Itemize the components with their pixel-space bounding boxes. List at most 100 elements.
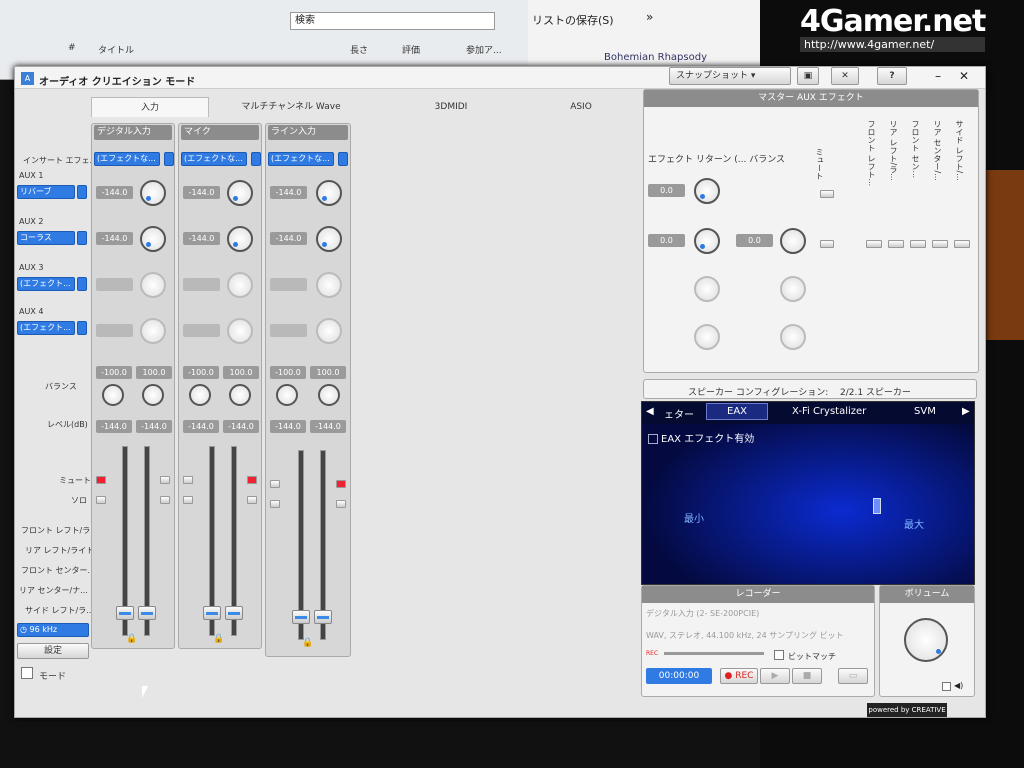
tab-scroll-left-icon[interactable]: ◀: [646, 406, 654, 417]
balance-right-knob[interactable]: [142, 384, 164, 406]
balance-left-value[interactable]: -100.0: [183, 366, 219, 379]
route-frontc-button[interactable]: [910, 240, 926, 248]
insert-dots-button[interactable]: [164, 152, 174, 166]
minimize-icon[interactable]: –: [935, 69, 941, 83]
level-right-value[interactable]: -144.0: [310, 420, 346, 433]
aux1-send-value[interactable]: -144.0: [183, 186, 220, 199]
speaker-config-value[interactable]: 2/2.1 スピーカー: [840, 385, 911, 398]
level-right-value[interactable]: -144.0: [136, 420, 172, 433]
aux1-send-knob[interactable]: [316, 180, 342, 206]
balance-right-knob[interactable]: [229, 384, 251, 406]
aux3-select[interactable]: (エフェクト...: [17, 277, 75, 291]
tab-scroll-right-icon[interactable]: ▶: [962, 406, 970, 417]
col-title[interactable]: タイトル: [98, 43, 134, 56]
route-side-button[interactable]: [954, 240, 970, 248]
delete-icon[interactable]: ✕: [831, 67, 859, 85]
aux4-dots-button[interactable]: [77, 321, 87, 335]
aux2-send-value[interactable]: -144.0: [96, 232, 133, 245]
fader-handle-left[interactable]: [203, 606, 221, 620]
level-left-value[interactable]: -144.0: [270, 420, 306, 433]
tab-3dmidi[interactable]: 3DMIDI: [401, 97, 501, 117]
level-right-value[interactable]: -144.0: [223, 420, 259, 433]
solo-button[interactable]: [270, 500, 280, 508]
aux2-send-knob[interactable]: [140, 226, 166, 252]
search-input[interactable]: 検索: [290, 12, 495, 30]
eax-enable-checkbox[interactable]: EAX エフェクト有効: [648, 430, 754, 445]
settings-button[interactable]: 設定: [17, 643, 89, 659]
aux4-select[interactable]: (エフェクト...: [17, 321, 75, 335]
link-lock-icon[interactable]: 🔒: [126, 634, 137, 644]
route-rearc-button[interactable]: [932, 240, 948, 248]
aux2-send-value[interactable]: -144.0: [270, 232, 307, 245]
tab-asio[interactable]: ASIO: [531, 97, 631, 117]
solo-button[interactable]: [183, 496, 193, 504]
aux2-send-value[interactable]: -144.0: [183, 232, 220, 245]
aux2-send-knob[interactable]: [227, 226, 253, 252]
balance2-knob[interactable]: [780, 228, 806, 254]
route-rear-button[interactable]: [888, 240, 904, 248]
tab-prev[interactable]: ェター: [664, 406, 694, 421]
recorder-level-slider[interactable]: [664, 652, 764, 655]
solo-button-right[interactable]: [247, 496, 257, 504]
link-lock-icon[interactable]: 🔒: [213, 634, 224, 644]
tab-multichannel[interactable]: マルチチャンネル Wave: [221, 97, 361, 117]
sample-rate-button[interactable]: ◷ 96 kHz: [17, 623, 89, 637]
fader-handle-left[interactable]: [116, 606, 134, 620]
aux1-send-knob[interactable]: [227, 180, 253, 206]
insert-effect-select[interactable]: (エフェクトな...: [181, 152, 247, 166]
return2-value[interactable]: 0.0: [648, 234, 685, 247]
recorder-source[interactable]: デジタル入力 (2- SE-200PCIE): [646, 608, 759, 619]
volume-mute-checkbox[interactable]: [942, 682, 951, 691]
aux2-select[interactable]: コーラス: [17, 231, 75, 245]
mute-button[interactable]: [270, 480, 280, 488]
help-button[interactable]: ?: [877, 67, 907, 85]
master-mute-button[interactable]: [820, 190, 834, 198]
save-icon[interactable]: ▣: [797, 67, 819, 85]
fader-handle-right[interactable]: [314, 610, 332, 624]
return1-knob[interactable]: [694, 178, 720, 204]
preset-select[interactable]: スナップショット ▾: [669, 67, 791, 85]
mute-button-right[interactable]: [336, 480, 346, 488]
speaker-config-bar[interactable]: スピーカー コンフィグレーション: 2/2.1 スピーカー: [643, 379, 977, 399]
level-left-value[interactable]: -144.0: [183, 420, 219, 433]
balance-left-value[interactable]: -100.0: [96, 366, 132, 379]
aux1-send-value[interactable]: -144.0: [270, 186, 307, 199]
col-artist[interactable]: 参加ア...: [466, 43, 502, 56]
col-rating[interactable]: 評価: [402, 43, 420, 56]
mode-checkbox[interactable]: [21, 667, 33, 679]
aux1-send-value[interactable]: -144.0: [96, 186, 133, 199]
mute-button[interactable]: [183, 476, 193, 484]
volume-knob[interactable]: [904, 618, 948, 662]
route-front-button[interactable]: [866, 240, 882, 248]
record-button[interactable]: ● REC: [720, 668, 758, 684]
balance-right-value[interactable]: 100.0: [310, 366, 346, 379]
balance-right-value[interactable]: 100.0: [223, 366, 259, 379]
solo-button[interactable]: [96, 496, 106, 504]
balance-left-knob[interactable]: [276, 384, 298, 406]
tab-eax[interactable]: EAX: [706, 403, 769, 420]
stop-icon[interactable]: ■: [792, 668, 822, 684]
balance-right-value[interactable]: 100.0: [136, 366, 172, 379]
insert-effect-select[interactable]: (エフェクトな...: [268, 152, 334, 166]
close-icon[interactable]: ✕: [959, 69, 969, 83]
track-title[interactable]: Bohemian Rhapsody: [604, 52, 707, 63]
return2-knob[interactable]: [694, 228, 720, 254]
solo-button-right[interactable]: [160, 496, 170, 504]
aux2-dots-button[interactable]: [77, 231, 87, 245]
aux2-send-knob[interactable]: [316, 226, 342, 252]
balance-right-knob[interactable]: [318, 384, 340, 406]
eax-amount-slider[interactable]: [873, 498, 881, 514]
solo-button-right[interactable]: [336, 500, 346, 508]
tab-svm[interactable]: SVM: [914, 406, 936, 417]
aux1-send-knob[interactable]: [140, 180, 166, 206]
tab-crystalizer[interactable]: X-Fi Crystalizer: [792, 406, 866, 417]
mute-button-right[interactable]: [160, 476, 170, 484]
bitmatch-checkbox[interactable]: [774, 650, 784, 660]
folder-icon[interactable]: ▭: [838, 668, 868, 684]
fader-handle-right[interactable]: [225, 606, 243, 620]
master-mute-button-2[interactable]: [820, 240, 834, 248]
overflow-chevron[interactable]: »: [646, 10, 653, 24]
insert-dots-button[interactable]: [338, 152, 348, 166]
balance-left-knob[interactable]: [189, 384, 211, 406]
insert-effect-select[interactable]: (エフェクトな...: [94, 152, 160, 166]
